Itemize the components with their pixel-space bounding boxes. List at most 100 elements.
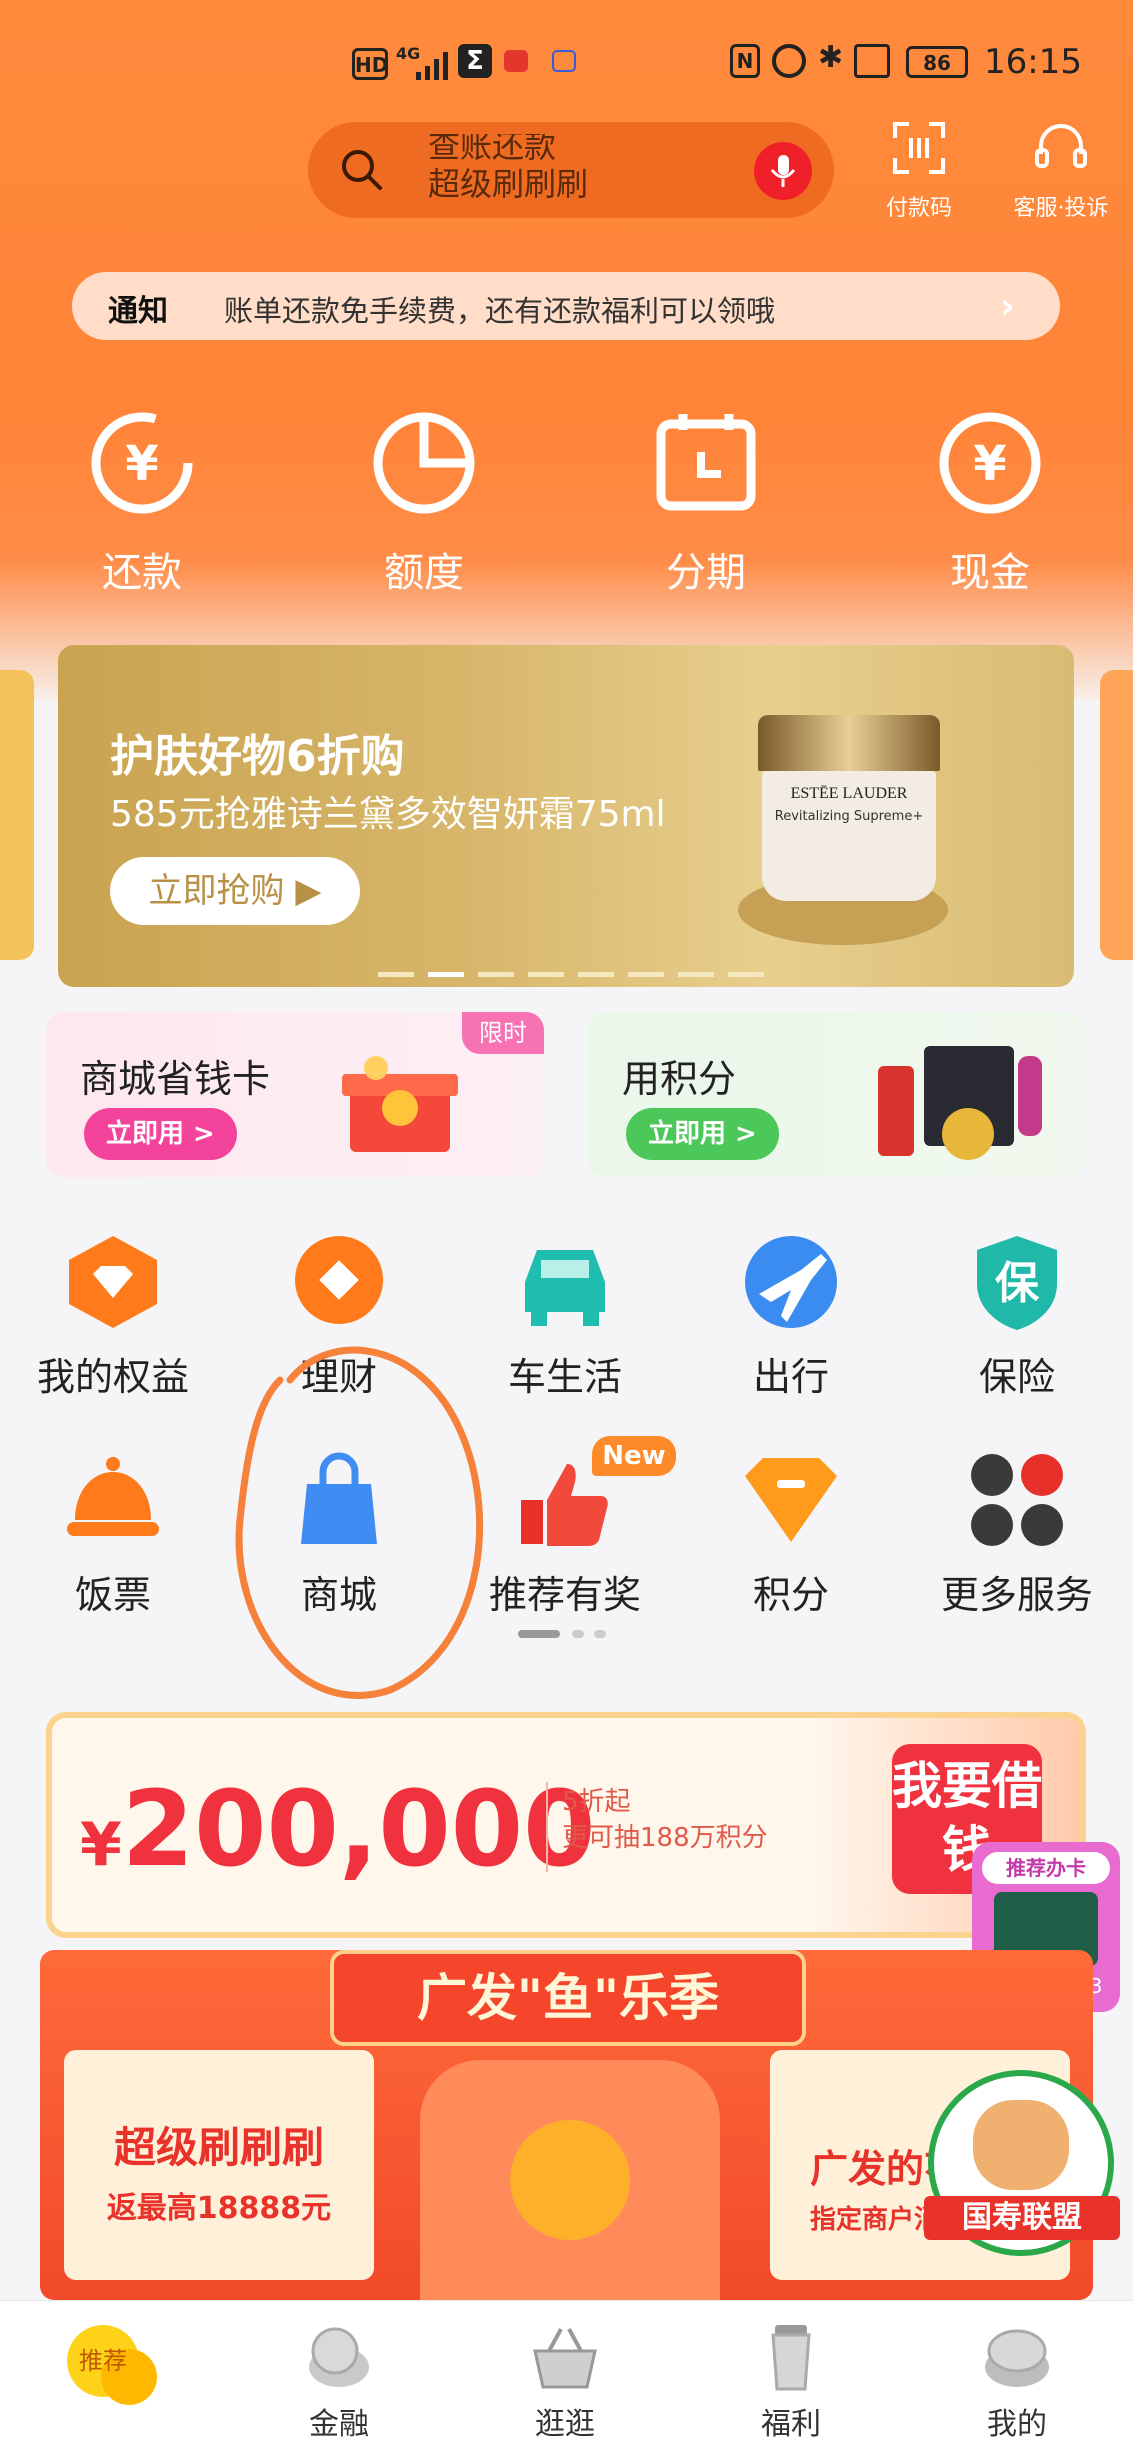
cream-jar-lid (758, 715, 940, 771)
status-bar: HD 4G Σ N ✱ 86 16:15 (0, 0, 1133, 120)
customer-service-button[interactable]: 客服·投诉 (996, 120, 1126, 222)
quick-action-label: 还款 (102, 550, 182, 596)
mascot-badge[interactable]: 国寿联盟 (924, 2070, 1120, 2256)
mascot-badge-label: 国寿联盟 (924, 2196, 1120, 2240)
loan-amount: ¥200,000 (80, 1768, 596, 1890)
service-label: 积分 (752, 1573, 829, 1617)
voice-search-button[interactable] (754, 142, 812, 200)
hd-indicator: HD (352, 48, 388, 80)
points-gem-icon (741, 1450, 841, 1550)
alarm-icon (772, 44, 806, 78)
banner-button-label: 立即抢购 (148, 871, 285, 911)
signal-icon (416, 50, 456, 80)
loan-offer-card[interactable]: ¥200,000 5折起 更可抽188万积分 我要借钱 (46, 1712, 1086, 1938)
promo-card-title: 用积分 (622, 1057, 737, 1101)
pay-code-button[interactable]: 付款码 (864, 120, 974, 222)
nav-finance[interactable]: 金融 (226, 2321, 452, 2443)
quick-action-credit-limit[interactable]: 额度 (344, 408, 504, 598)
service-label: 保险 (978, 1355, 1055, 1399)
plane-icon (741, 1232, 841, 1332)
gift-box-icon (336, 1048, 466, 1158)
mascot-stage (420, 2060, 720, 2300)
notice-text: 账单还款免手续费，还有还款福利可以领哦 (224, 294, 776, 328)
service-label: 出行 (752, 1355, 829, 1399)
cream-jar: ESTĒE LAUDER Revitalizing Supreme+ (762, 771, 936, 901)
app-notification-icon: Σ (458, 44, 492, 78)
promo-left-subtitle: 返最高18888元 (106, 2191, 332, 2226)
clock: 16:15 (984, 42, 1082, 82)
finance-coin-icon (309, 2327, 369, 2387)
pay-code-label: 付款码 (885, 196, 952, 221)
nav-profile[interactable]: 我的 (904, 2321, 1130, 2443)
notice-bar[interactable]: 通知 账单还款免手续费，还有还款福利可以领哦 › (72, 272, 1060, 340)
quick-action-cash[interactable]: ¥ 现金 (910, 408, 1070, 598)
promo-banner[interactable]: 护肤好物6折购 585元抢雅诗兰黛多效智妍霜75ml 立即抢购 ▶ ESTĒE … (58, 645, 1074, 987)
gift-products-image (858, 1036, 1058, 1166)
highlight-circle-annotation (235, 1346, 484, 1699)
video-app-icon (504, 50, 528, 72)
quick-action-installment[interactable]: 分期 (626, 408, 786, 598)
repay-yen-icon: ¥ (91, 412, 193, 514)
bottom-navigation: 推荐 金融 逛逛 福利 我的 (0, 2300, 1133, 2453)
wealth-coin-icon (289, 1232, 389, 1332)
service-points[interactable]: 积分 (678, 1450, 904, 1619)
nav-welfare[interactable]: 福利 (678, 2321, 904, 2443)
promo-card-points[interactable]: 用积分 立即用 > (588, 1012, 1086, 1177)
benefits-diamond-icon (63, 1232, 163, 1332)
basket-icon (533, 2328, 597, 2389)
promo-title: 广发"鱼"乐季 (330, 1950, 806, 2046)
cup-icon (771, 2325, 811, 2391)
promo-card-title: 商城省钱卡 (80, 1057, 271, 1101)
promo-left-title: 超级刷刷刷 (113, 2123, 324, 2172)
services-pagination (518, 1624, 618, 1638)
promo-card-savings[interactable]: 商城省钱卡 立即用 > 限时 (46, 1012, 544, 1177)
recommend-icon: 推荐 (67, 2325, 157, 2405)
chevron-right-icon: › (1000, 286, 1015, 327)
cash-yen-icon: ¥ (939, 412, 1041, 514)
vibrate-icon (854, 44, 890, 78)
play-arrow-icon: ▶ (295, 871, 322, 911)
service-more[interactable]: 更多服务 (904, 1450, 1130, 1619)
service-label: 客服·投诉 (1013, 196, 1109, 221)
nav-label: 福利 (761, 2407, 821, 2442)
product-brand: ESTĒE LAUDER (790, 785, 908, 802)
service-my-benefits[interactable]: 我的权益 (0, 1232, 226, 1401)
svg-text:¥: ¥ (125, 436, 158, 492)
loan-subtext: 5折起 更可抽188万积分 (562, 1787, 768, 1853)
nav-label: 逛逛 (535, 2407, 595, 2442)
banner-pagination (378, 963, 818, 977)
promo-card-button[interactable]: 立即用 > (626, 1108, 779, 1160)
product-name: Revitalizing Supreme+ (774, 809, 924, 824)
fish-mascot (510, 2120, 630, 2240)
quick-action-label: 分期 (666, 550, 746, 596)
svg-text:¥: ¥ (973, 436, 1006, 492)
search-icon (338, 146, 386, 194)
search-bar[interactable]: 查账还款 超级刷刷刷 (308, 122, 834, 218)
nav-browse[interactable]: 逛逛 (452, 2321, 678, 2443)
service-label: 更多服务 (940, 1573, 1093, 1617)
service-insurance[interactable]: 保 保险 (904, 1232, 1130, 1401)
battery-icon: 86 (906, 46, 968, 78)
more-grid-icon (967, 1450, 1067, 1550)
next-banner-peek (1100, 670, 1133, 960)
banner-buy-button[interactable]: 立即抢购 ▶ (110, 857, 360, 925)
promo-card-button[interactable]: 立即用 > (84, 1108, 237, 1160)
floating-card-title: 推荐办卡 (982, 1852, 1110, 1884)
nav-label: 我的 (987, 2407, 1047, 2442)
scan-code-icon (893, 122, 945, 174)
insurance-shield-icon: 保 (967, 1232, 1067, 1332)
nav-label: 金融 (309, 2407, 369, 2442)
nfc-icon: N (730, 44, 760, 78)
search-rotating-hint: 查账还款 超级刷刷刷 (428, 134, 589, 203)
secure-app-icon (552, 50, 576, 72)
dining-bell-icon (63, 1450, 163, 1550)
car-icon (515, 1232, 615, 1332)
service-travel[interactable]: 出行 (678, 1232, 904, 1401)
quick-action-repay[interactable]: ¥ 还款 (62, 408, 222, 598)
new-badge: New (592, 1436, 676, 1476)
quick-action-label: 现金 (950, 550, 1030, 596)
service-label: 我的权益 (36, 1355, 189, 1399)
microphone-icon (770, 155, 796, 187)
service-dining[interactable]: 饭票 (0, 1450, 226, 1619)
nav-recommend[interactable]: 推荐 (0, 2321, 226, 2411)
